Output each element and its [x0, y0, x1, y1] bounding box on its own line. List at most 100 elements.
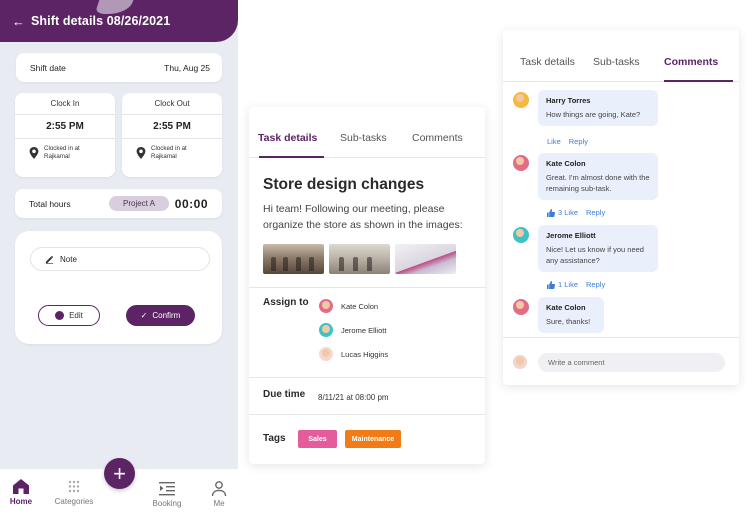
- due-time-value: 8/11/21 at 08:00 pm: [318, 393, 389, 402]
- comments-panel: Task details Sub-tasks Comments Harry To…: [503, 30, 739, 385]
- pencil-icon: [45, 255, 54, 264]
- clock-out-location-text: Clocked in at Rajkamal: [151, 145, 187, 160]
- task-image-1[interactable]: [263, 244, 324, 274]
- task-details-panel: Task details Sub-tasks Comments Store de…: [249, 107, 485, 464]
- assignee-name: Jerome Elliott: [341, 325, 387, 335]
- nav-booking[interactable]: Booking: [148, 469, 186, 514]
- clock-out-label: Clock Out: [122, 93, 222, 115]
- total-hours-label: Total hours: [29, 198, 71, 209]
- nav-categories[interactable]: Categories: [50, 469, 98, 514]
- comment-input-placeholder: Write a comment: [548, 357, 605, 367]
- tag-maintenance[interactable]: Maintenance: [345, 430, 401, 448]
- nav-me[interactable]: Me: [206, 469, 232, 514]
- shift-date-card: Shift date Thu, Aug 25: [16, 53, 222, 82]
- divider: [249, 287, 485, 288]
- edit-button-label: Edit: [69, 311, 83, 320]
- avatar: [513, 155, 529, 171]
- comment-actions: Like Reply: [547, 137, 596, 146]
- edit-button[interactable]: Edit: [38, 305, 100, 326]
- screen: ← Shift details 08/26/2021 Shift date Th…: [0, 0, 749, 514]
- avatar: [513, 92, 529, 108]
- project-badge[interactable]: Project A: [109, 196, 170, 211]
- page-title: Shift details 08/26/2021: [31, 14, 171, 28]
- clock-out-card: Clock Out 2:55 PM Clocked in at Rajkamal: [122, 93, 222, 177]
- task-image-2[interactable]: [329, 244, 390, 274]
- due-time-label: Due time: [263, 389, 306, 400]
- like-link[interactable]: 3 Like: [558, 208, 578, 217]
- comment-text: How things are going, Kate?: [546, 110, 641, 119]
- comment-actions: 1 Like Reply: [547, 280, 613, 289]
- home-icon: [13, 479, 29, 494]
- grid-dots-icon: [68, 480, 80, 493]
- comment-author: Harry Torres: [546, 96, 591, 105]
- comment-text: Nice! Let us know if you need any assist…: [546, 245, 644, 265]
- comment-composer: Write a comment: [513, 352, 725, 372]
- comment-author: Kate Colon: [546, 303, 586, 312]
- shift-date-label: Shift date: [30, 62, 66, 73]
- assignee-name: Kate Colon: [341, 301, 379, 311]
- like-link[interactable]: Like: [547, 137, 561, 146]
- list-indent-icon: [159, 482, 175, 496]
- tab-sub-tasks[interactable]: Sub-tasks: [593, 56, 640, 68]
- avatar: [513, 227, 529, 243]
- comment-bubble: Kate Colon Sure, thanks!: [538, 297, 604, 333]
- clock-in-time: 2:55 PM: [15, 115, 115, 139]
- avatar: [319, 347, 333, 361]
- clock-in-card: Clock In 2:55 PM Clocked in at Rajkamal: [15, 93, 115, 177]
- nav-booking-label: Booking: [152, 499, 182, 508]
- tab-sub-tasks[interactable]: Sub-tasks: [340, 132, 387, 144]
- reply-link[interactable]: Reply: [586, 208, 605, 217]
- clock-in-location-text: Clocked in at Rajkamal: [44, 145, 80, 160]
- comment-text: Great. I'm almost done with the remainin…: [546, 173, 650, 193]
- location-pin-icon: [136, 147, 146, 159]
- comment-author: Jerome Elliott: [546, 231, 596, 240]
- comment-tabs: Task details Sub-tasks Comments: [503, 30, 739, 82]
- comment-bubble: Harry Torres How things are going, Kate?: [538, 90, 658, 126]
- tag-sales[interactable]: Sales: [298, 430, 337, 448]
- user-icon: [211, 481, 227, 496]
- divider: [249, 377, 485, 378]
- reply-link[interactable]: Reply: [569, 137, 588, 146]
- avatar: [513, 299, 529, 315]
- like-link[interactable]: 1 Like: [558, 280, 578, 289]
- divider: [503, 337, 739, 338]
- confirm-button-label: Confirm: [152, 311, 181, 320]
- tab-comments[interactable]: Comments: [664, 56, 718, 68]
- comment-text: Sure, thanks!: [546, 317, 591, 326]
- nav-me-label: Me: [213, 499, 225, 508]
- tab-task-details[interactable]: Task details: [258, 132, 317, 144]
- total-hours-card: Total hours Project A 00:00: [15, 189, 222, 218]
- assignee-item: Kate Colon: [319, 299, 378, 313]
- reply-link[interactable]: Reply: [586, 280, 605, 289]
- edit-icon: [55, 311, 65, 320]
- note-card: Note Edit ✓ Confirm: [15, 231, 222, 344]
- comment-actions: 3 Like Reply: [547, 208, 613, 217]
- add-button[interactable]: +: [104, 458, 135, 489]
- back-arrow-icon[interactable]: ←: [12, 14, 25, 29]
- task-title: Store design changes: [263, 176, 425, 193]
- tags-label: Tags: [263, 433, 286, 444]
- note-placeholder: Note: [60, 254, 77, 264]
- nav-home-label: Home: [9, 497, 33, 506]
- note-input[interactable]: Note: [30, 247, 210, 271]
- check-icon: ✓: [140, 311, 148, 320]
- assignee-name: Lucas Higgins: [341, 349, 389, 359]
- task-image-3[interactable]: [395, 244, 456, 274]
- thumbs-up-icon: [547, 280, 555, 289]
- comment-bubble: Kate Colon Great. I'm almost done with t…: [538, 153, 658, 200]
- task-tabs: Task details Sub-tasks Comments: [249, 107, 485, 158]
- task-description: Hi team! Following our meeting, please o…: [263, 203, 463, 231]
- active-tab-indicator: [259, 156, 324, 158]
- comment-author: Kate Colon: [546, 159, 586, 168]
- avatar: [513, 355, 527, 369]
- confirm-button[interactable]: ✓ Confirm: [126, 305, 195, 326]
- tab-comments[interactable]: Comments: [412, 132, 463, 144]
- assignee-item: Jerome Elliott: [319, 323, 386, 337]
- clock-out-location: Clocked in at Rajkamal: [122, 139, 222, 161]
- tab-task-details[interactable]: Task details: [520, 56, 575, 68]
- assign-to-label: Assign to: [263, 297, 309, 308]
- nav-home[interactable]: Home: [6, 469, 36, 514]
- comment-input[interactable]: Write a comment: [538, 352, 725, 372]
- location-pin-icon: [29, 147, 39, 159]
- clock-in-label: Clock In: [15, 93, 115, 115]
